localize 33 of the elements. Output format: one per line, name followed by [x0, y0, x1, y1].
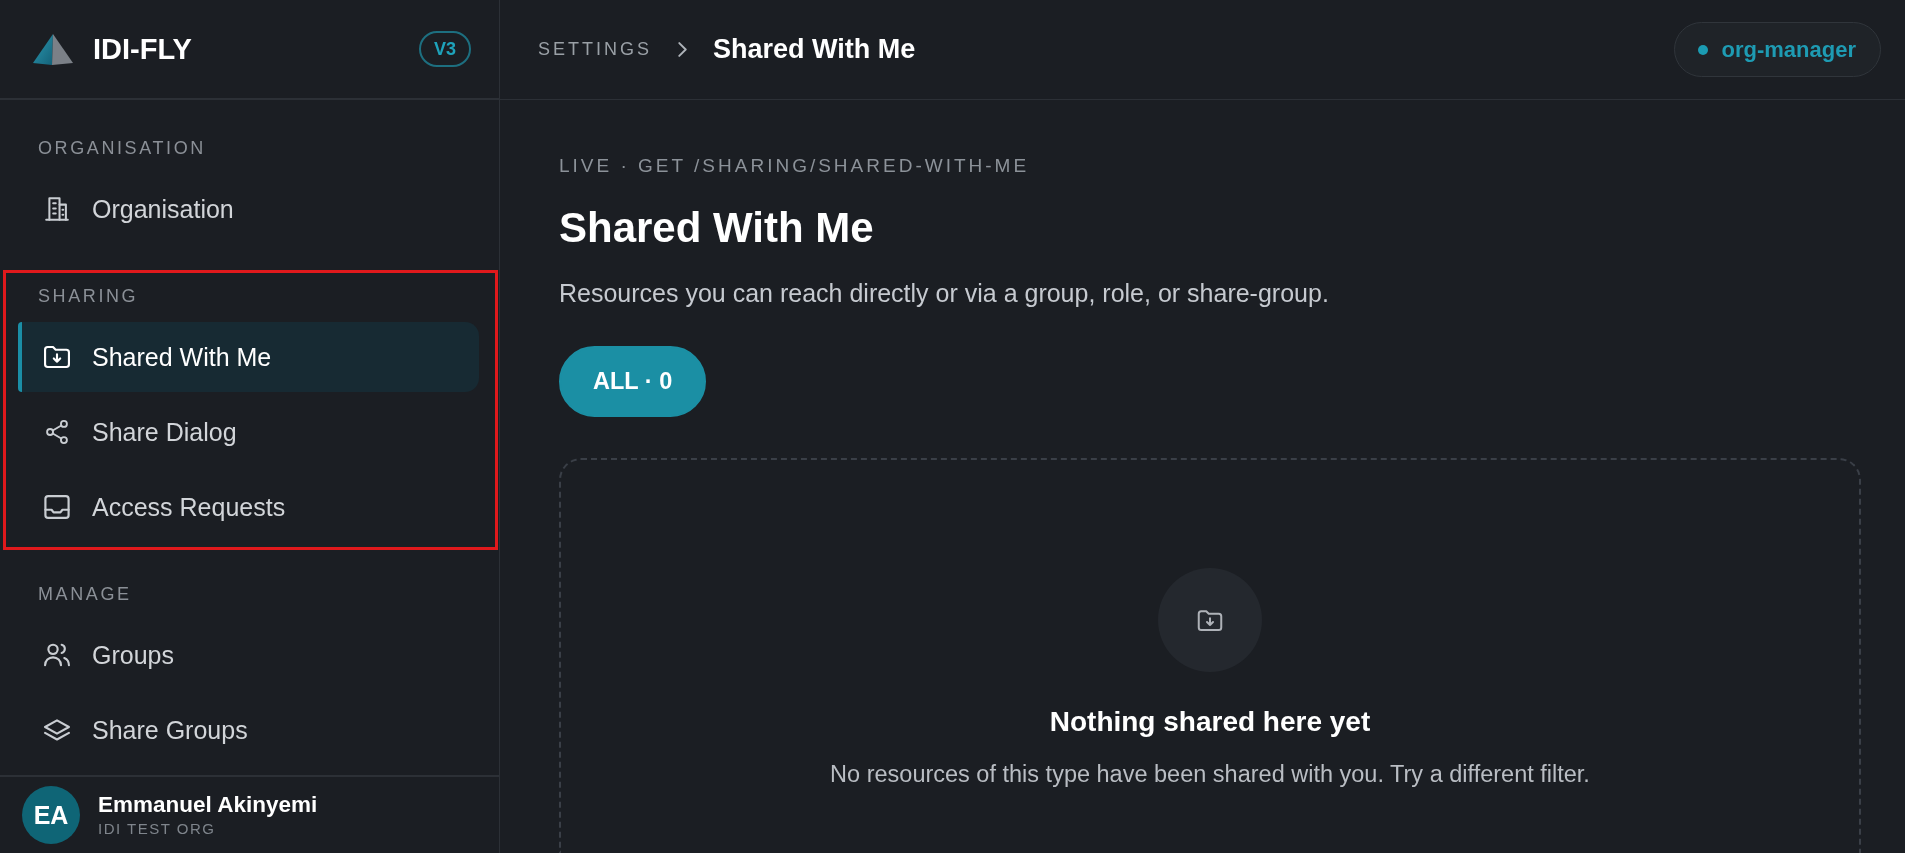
sidebar-item[interactable]: Share Groups	[18, 695, 479, 765]
logo-icon	[33, 33, 73, 65]
section-heading: MANAGE	[38, 583, 132, 605]
share-icon	[44, 420, 70, 444]
sidebar-item[interactable]: Shared With Me	[18, 322, 479, 392]
page-title: Shared With Me	[559, 205, 874, 251]
empty-state-message: No resources of this type have been shared with you. Try a different filter.	[830, 760, 1590, 788]
chevron-right-icon	[678, 42, 687, 57]
sidebar-item[interactable]: Groups	[18, 620, 479, 690]
breadcrumb-link[interactable]: SETTINGS	[538, 39, 652, 60]
empty-state-title: Nothing shared here yet	[1049, 705, 1371, 739]
folder-download-icon	[1158, 568, 1262, 672]
section-heading: SHARING	[38, 285, 139, 307]
endpoint-label: LIVE · GET /SHARING/SHARED-WITH-ME	[559, 155, 1030, 177]
sidebar-item[interactable]: Organisation	[18, 174, 479, 244]
version-badge: V3	[418, 31, 471, 67]
inbox-icon	[44, 495, 70, 519]
status-dot-icon	[1697, 44, 1708, 55]
user-organisation: IDI TEST ORG	[98, 820, 216, 838]
building-icon	[44, 197, 70, 221]
brand-name: IDI-FLY	[93, 32, 192, 66]
section-heading: ORGANISATION	[38, 137, 206, 159]
avatar: EA	[22, 786, 80, 844]
layers-icon	[44, 718, 70, 742]
role-label: org-manager	[1721, 36, 1856, 63]
breadcrumb-current: Shared With Me	[713, 34, 916, 65]
sidebar-item[interactable]: Share Dialog	[18, 397, 479, 467]
users-icon	[44, 643, 70, 667]
page-description: Resources you can reach directly or via a group, role, or share-group.	[559, 278, 1329, 308]
user-name: Emmanuel Akinyemi	[98, 792, 318, 818]
folder-download-icon	[44, 345, 70, 369]
filter-chip[interactable]: ALL · 0	[559, 346, 707, 417]
sidebar-item[interactable]: Access Requests	[18, 472, 479, 542]
